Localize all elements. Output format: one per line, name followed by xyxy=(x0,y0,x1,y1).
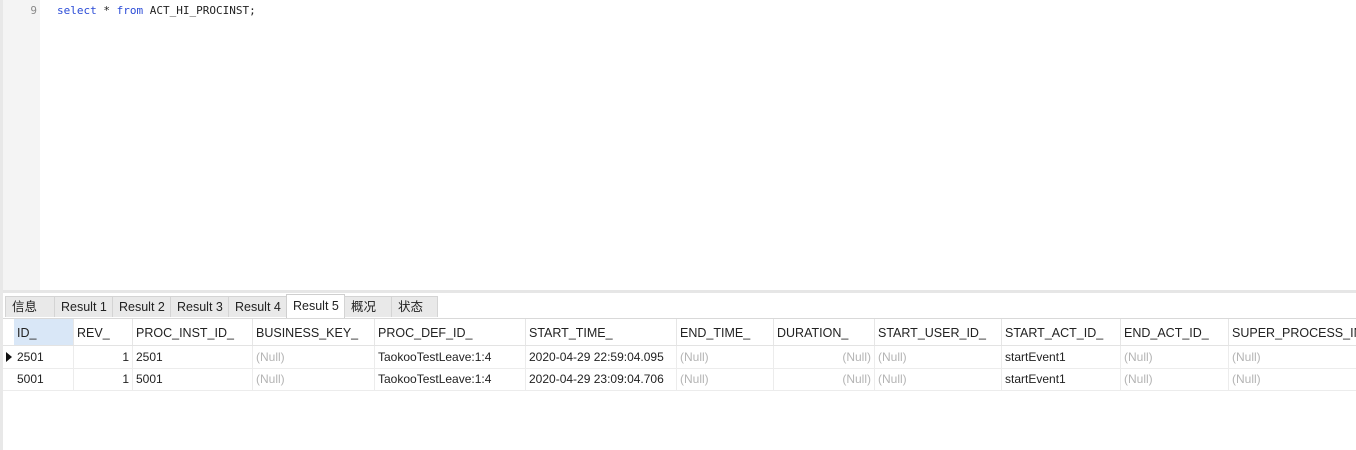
table-cell[interactable]: (Null) xyxy=(875,368,1002,390)
table-row[interactable]: 2501 1 2501 (Null) TaokooTestLeave:1:4 2… xyxy=(3,346,1356,369)
table-cell[interactable]: (Null) xyxy=(1229,368,1356,390)
table-cell[interactable]: 1 xyxy=(74,346,133,368)
table-cell[interactable]: 2020-04-29 22:59:04.095 xyxy=(526,346,677,368)
line-number-gutter xyxy=(3,0,40,290)
tab-overview[interactable]: 概况 xyxy=(344,296,392,317)
table-cell[interactable]: (Null) xyxy=(875,346,1002,368)
table-cell[interactable]: (Null) xyxy=(1229,346,1356,368)
column-header-start-time[interactable]: START_TIME_ xyxy=(526,319,677,345)
tab-result-2[interactable]: Result 2 xyxy=(112,296,171,317)
table-cell[interactable]: (Null) xyxy=(253,346,375,368)
column-header-duration[interactable]: DURATION_ xyxy=(774,319,875,345)
tab-status[interactable]: 状态 xyxy=(391,296,438,317)
table-cell[interactable]: 2020-04-29 23:09:04.706 xyxy=(526,368,677,390)
sql-table-name: ACT_HI_PROCINST; xyxy=(143,4,256,17)
current-row-indicator-icon xyxy=(6,352,12,362)
sql-code-line[interactable]: select * from ACT_HI_PROCINST; xyxy=(57,4,256,17)
column-header-super-process-ins[interactable]: SUPER_PROCESS_INS xyxy=(1229,319,1356,345)
table-cell[interactable]: 1 xyxy=(74,368,133,390)
column-header-start-act-id[interactable]: START_ACT_ID_ xyxy=(1002,319,1121,345)
table-cell[interactable]: 5001 xyxy=(133,368,253,390)
column-header-id[interactable]: ID_ xyxy=(14,319,74,345)
table-cell[interactable]: 5001 xyxy=(14,368,74,390)
table-cell[interactable]: (Null) xyxy=(774,346,875,368)
table-cell[interactable]: (Null) xyxy=(677,346,774,368)
tab-result-1[interactable]: Result 1 xyxy=(54,296,113,317)
column-header-proc-inst-id[interactable]: PROC_INST_ID_ xyxy=(133,319,253,345)
table-cell[interactable]: startEvent1 xyxy=(1002,368,1121,390)
column-header-proc-def-id[interactable]: PROC_DEF_ID_ xyxy=(375,319,526,345)
column-header-end-act-id[interactable]: END_ACT_ID_ xyxy=(1121,319,1229,345)
grid-header-row: ID_ REV_ PROC_INST_ID_ BUSINESS_KEY_ PRO… xyxy=(3,319,1356,346)
table-cell[interactable]: startEvent1 xyxy=(1002,346,1121,368)
line-number: 9 xyxy=(30,4,37,17)
table-cell[interactable]: (Null) xyxy=(774,368,875,390)
tab-info[interactable]: 信息 xyxy=(5,296,55,317)
column-header-start-user-id[interactable]: START_USER_ID_ xyxy=(875,319,1002,345)
table-cell[interactable]: (Null) xyxy=(1121,368,1229,390)
tab-result-4[interactable]: Result 4 xyxy=(228,296,287,317)
result-grid[interactable]: ID_ REV_ PROC_INST_ID_ BUSINESS_KEY_ PRO… xyxy=(3,319,1356,450)
table-cell[interactable]: 2501 xyxy=(14,346,74,368)
table-cell[interactable]: 2501 xyxy=(133,346,253,368)
tab-result-3[interactable]: Result 3 xyxy=(170,296,229,317)
sql-keyword-from: from xyxy=(116,4,144,17)
column-header-business-key[interactable]: BUSINESS_KEY_ xyxy=(253,319,375,345)
table-cell[interactable]: (Null) xyxy=(677,368,774,390)
column-header-rev[interactable]: REV_ xyxy=(74,319,133,345)
tab-result-5[interactable]: Result 5 xyxy=(286,294,345,318)
column-header-end-time[interactable]: END_TIME_ xyxy=(677,319,774,345)
table-cell[interactable]: TaokooTestLeave:1:4 xyxy=(375,346,526,368)
table-cell[interactable]: TaokooTestLeave:1:4 xyxy=(375,368,526,390)
sql-keyword-select: select xyxy=(57,4,97,17)
table-row[interactable]: 5001 1 5001 (Null) TaokooTestLeave:1:4 2… xyxy=(3,368,1356,391)
sql-star: * xyxy=(96,4,117,17)
table-cell[interactable]: (Null) xyxy=(253,368,375,390)
table-cell[interactable]: (Null) xyxy=(1121,346,1229,368)
result-tabbar: 信息 Result 1 Result 2 Result 3 Result 4 R… xyxy=(3,293,1356,319)
sql-editor[interactable] xyxy=(3,0,1356,290)
